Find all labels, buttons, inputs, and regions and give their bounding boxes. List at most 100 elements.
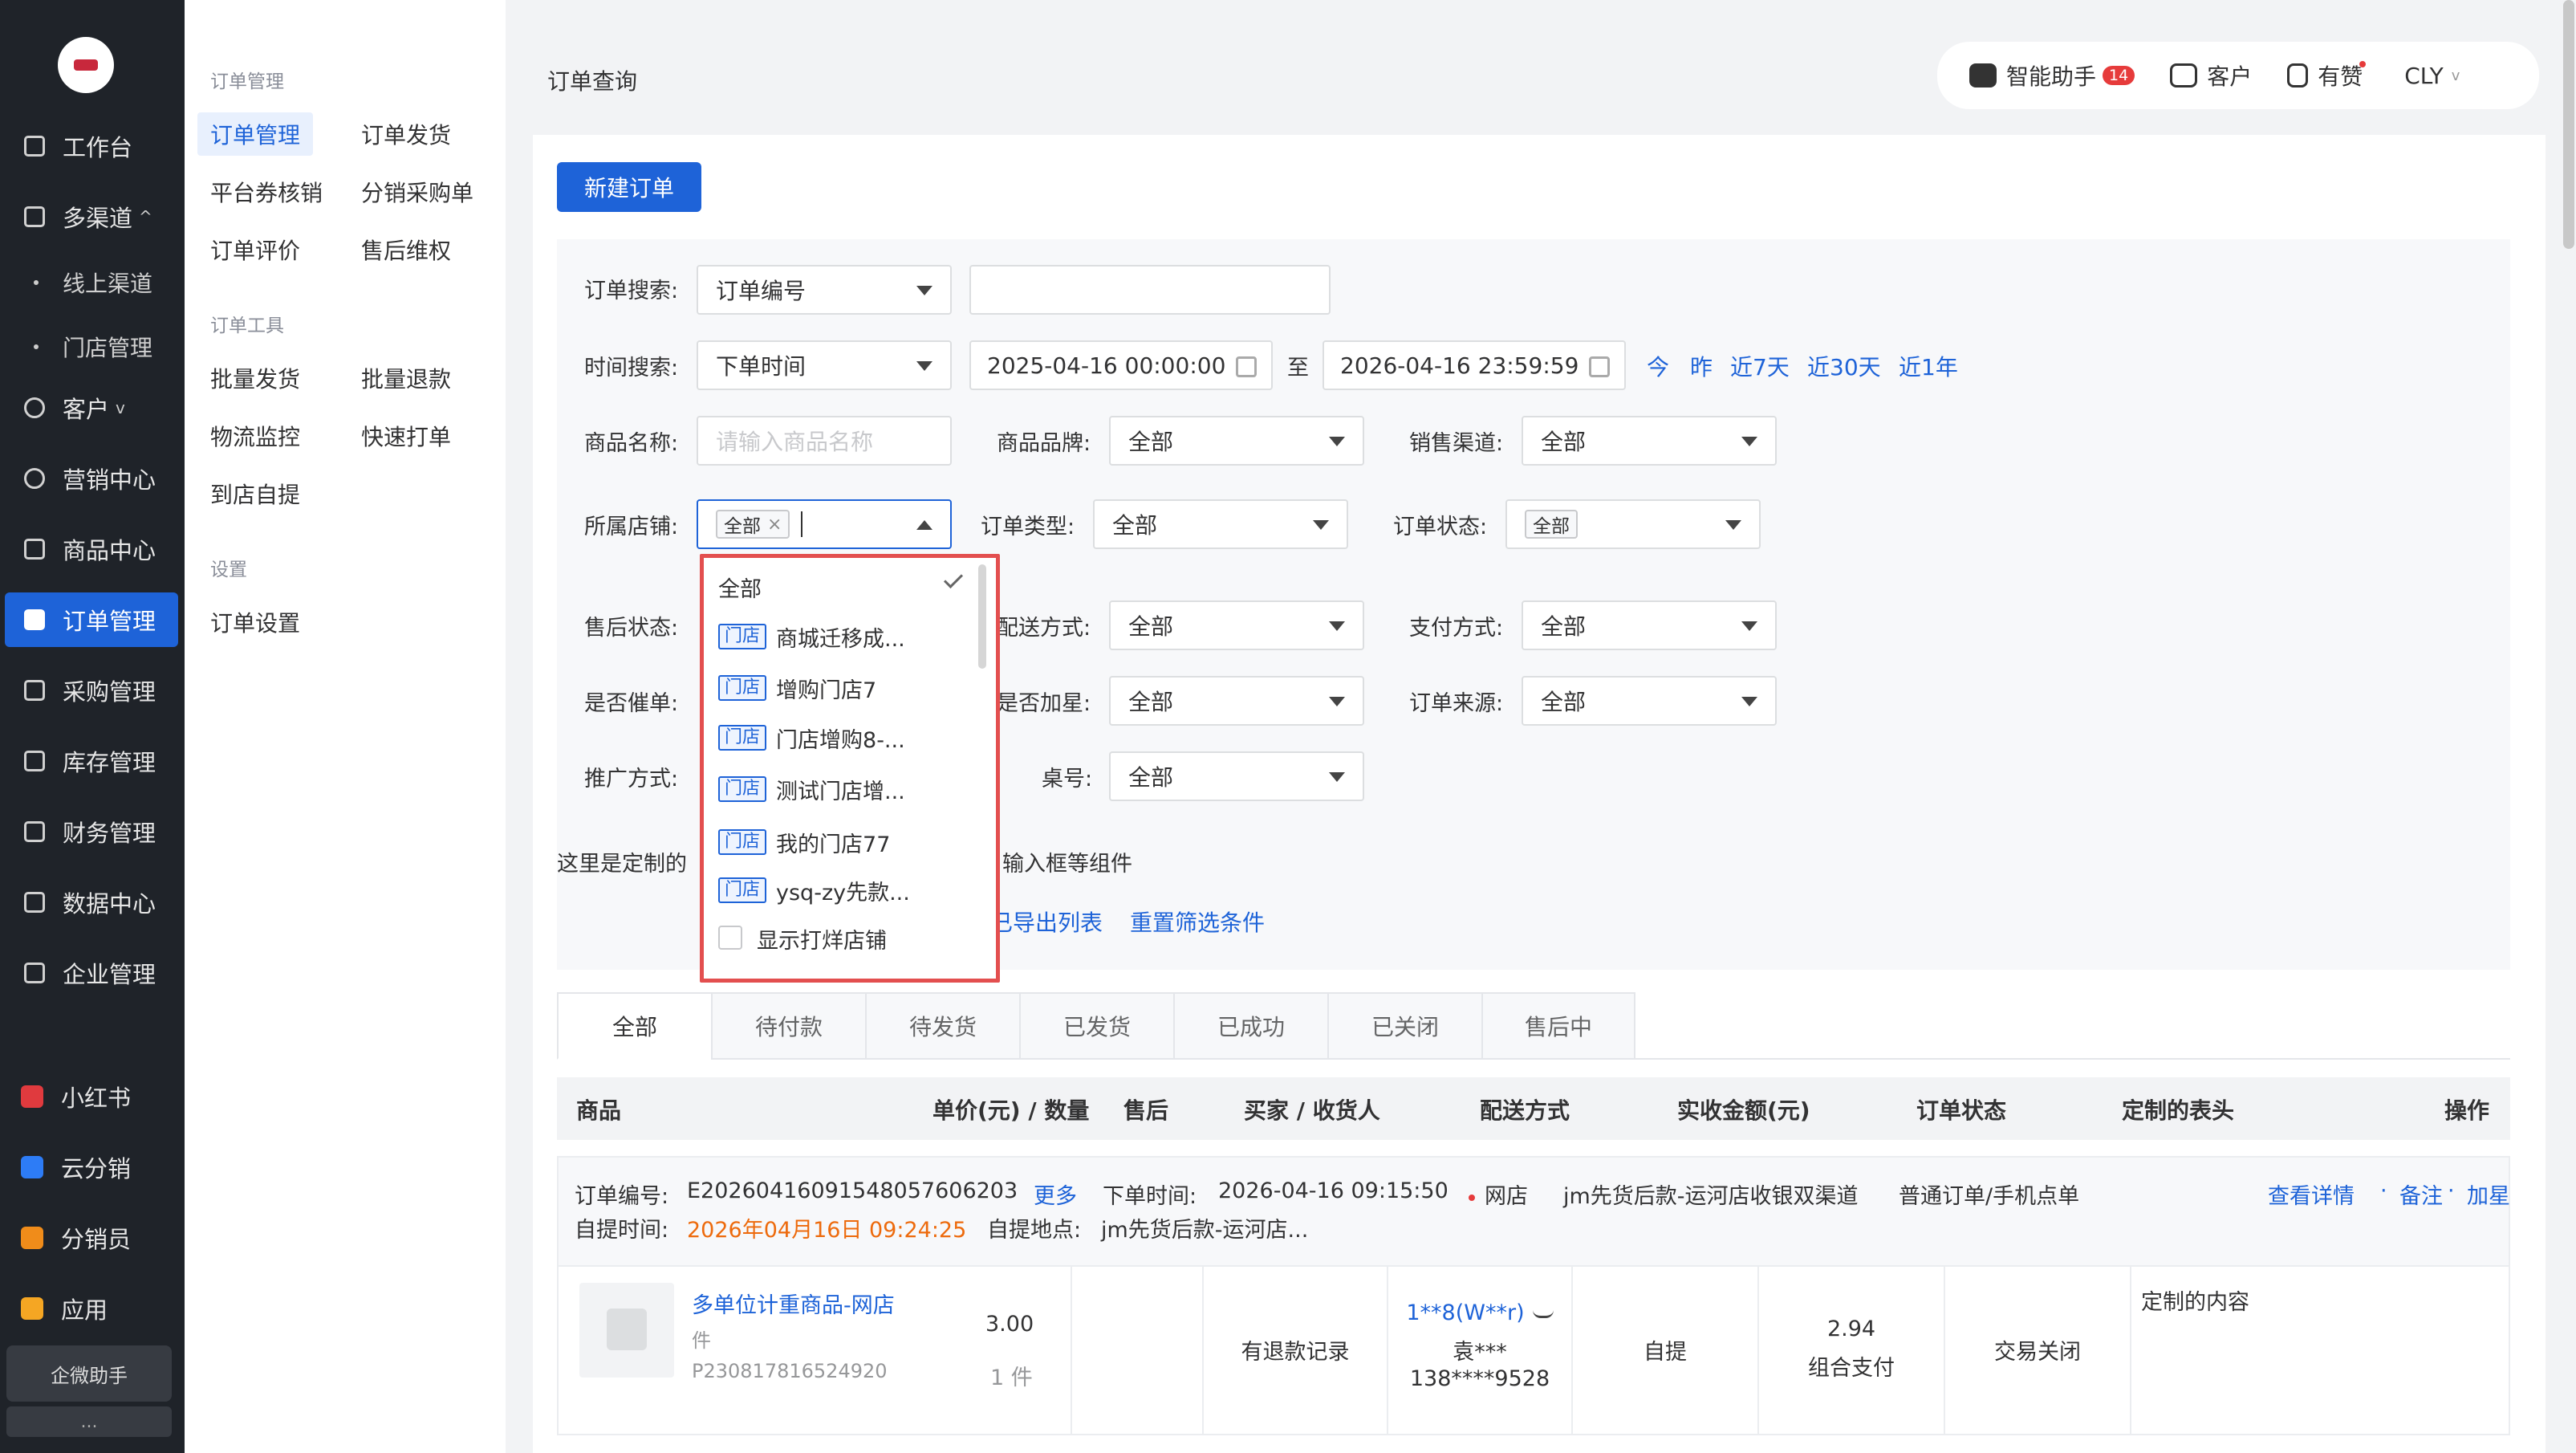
nav-marketing[interactable]: 营销中心: [5, 451, 178, 506]
quick-30days[interactable]: 近30天: [1807, 350, 1881, 382]
order-time: 2026-04-16 09:15:50: [1218, 1178, 1448, 1203]
tab-all[interactable]: 全部: [557, 992, 711, 1060]
tab-pending-shipment[interactable]: 待发货: [865, 992, 1019, 1060]
subnav-distribution-purchase[interactable]: 分销采购单: [348, 170, 486, 214]
view-details-link[interactable]: 查看详情: [2268, 1178, 2355, 1210]
product-image[interactable]: [579, 1283, 674, 1378]
caret-down-icon: [1329, 697, 1345, 706]
tab-pending-payment[interactable]: 待付款: [711, 992, 865, 1060]
buyer-link[interactable]: 1**8(W**r): [1388, 1300, 1571, 1325]
payment-label: 支付方式:: [1409, 616, 1504, 641]
channel-label: 销售渠道:: [1409, 431, 1504, 456]
subnav-batch-ship[interactable]: 批量发货: [197, 356, 313, 400]
caret-down-icon: [1741, 697, 1757, 706]
subnav-logistics[interactable]: 物流监控: [197, 414, 313, 458]
store-option[interactable]: 门店 门店增购8-...: [718, 715, 905, 760]
end-date-input[interactable]: 2026-04-16 23:59:59: [1323, 340, 1626, 390]
product-name-link[interactable]: 多单位计重商品-网店: [692, 1288, 895, 1319]
brand-select[interactable]: 全部: [1109, 416, 1364, 466]
payment-select[interactable]: 全部: [1522, 600, 1777, 650]
nav-enterprise[interactable]: 企业管理: [5, 946, 178, 1000]
quick-1year[interactable]: 近1年: [1899, 350, 1958, 382]
quick-today[interactable]: 今: [1647, 350, 1669, 382]
nav-finance[interactable]: 财务管理: [5, 804, 178, 859]
nav-inventory[interactable]: 库存管理: [5, 734, 178, 788]
quick-7days[interactable]: 近7天: [1730, 350, 1790, 382]
tab-succeeded[interactable]: 已成功: [1173, 992, 1327, 1060]
received-amount: 2.94: [1826, 1317, 1876, 1341]
close-icon[interactable]: ×: [767, 515, 782, 535]
subnav-order-settings[interactable]: 订单设置: [197, 600, 313, 644]
group-settings: 设置: [210, 560, 247, 580]
new-order-button[interactable]: 新建订单: [557, 162, 701, 212]
nav-workbench[interactable]: 工作台: [5, 119, 178, 173]
nav-multichannel[interactable]: 多渠道 ^: [5, 189, 178, 244]
nav-products[interactable]: 商品中心: [5, 522, 178, 576]
nav-distributor[interactable]: 分销员: [5, 1214, 178, 1262]
subnav-coupon-verify[interactable]: 平台券核销: [197, 170, 335, 214]
dropdown-scrollbar[interactable]: [978, 564, 986, 669]
tab-shipped[interactable]: 已发货: [1019, 992, 1173, 1060]
pickup-location-label: 自提地点:: [987, 1218, 1082, 1243]
show-closed-stores-checkbox[interactable]: [718, 926, 742, 950]
subnav-order-review[interactable]: 订单评价: [197, 228, 313, 271]
order-search-input[interactable]: [969, 265, 1331, 315]
wecom-assistant-button[interactable]: 企微助手: [6, 1345, 172, 1402]
order-search-type-select[interactable]: 订单编号: [697, 265, 952, 315]
nav-apps[interactable]: 应用: [5, 1284, 178, 1333]
more-button[interactable]: ...: [6, 1406, 172, 1437]
smart-assistant-button[interactable]: 智能助手 14: [1969, 59, 2135, 92]
delivery-select[interactable]: 全部: [1109, 600, 1364, 650]
nav-online-channel[interactable]: 线上渠道: [5, 258, 178, 307]
nav-xiaohongshu[interactable]: 小红书: [5, 1072, 178, 1121]
store-option[interactable]: 门店 我的门店77: [718, 820, 890, 865]
reset-filters-link[interactable]: 重置筛选条件: [1130, 906, 1265, 938]
note-link[interactable]: 备注: [2399, 1178, 2443, 1210]
star-select[interactable]: 全部: [1109, 676, 1364, 726]
subnav-pickup[interactable]: 到店自提: [197, 472, 313, 515]
nav-data-center[interactable]: 数据中心: [5, 875, 178, 930]
promo-label: 推广方式:: [584, 767, 679, 792]
channel-select[interactable]: 全部: [1522, 416, 1777, 466]
exported-list-link[interactable]: 已导出列表: [990, 906, 1103, 938]
custom-content: 定制的内容: [2141, 1290, 2249, 1315]
store-option-all[interactable]: 全部: [718, 564, 762, 609]
store-option[interactable]: 门店 商城迁移成...: [718, 614, 905, 659]
product-name-input[interactable]: 请输入商品名称: [697, 416, 952, 466]
nav-orders[interactable]: 订单管理: [5, 592, 178, 647]
show-closed-stores-label[interactable]: 显示打烊店铺: [757, 916, 887, 961]
pickup-time-label: 自提时间:: [575, 1218, 669, 1243]
nav-store-management[interactable]: 门店管理: [5, 323, 178, 371]
subnav-aftersale[interactable]: 售后维权: [348, 228, 464, 271]
page-scrollbar[interactable]: [2563, 0, 2574, 249]
table-no-select[interactable]: 全部: [1109, 751, 1364, 801]
subnav-order-shipping[interactable]: 订单发货: [348, 112, 464, 156]
star-link[interactable]: 加星: [2467, 1178, 2510, 1210]
store-option[interactable]: 门店 测试门店增...: [718, 767, 905, 812]
order-store: jm先货后款-运河店收银双渠道: [1563, 1184, 1859, 1209]
order-more-link[interactable]: 更多: [1034, 1178, 1077, 1210]
start-date-input[interactable]: 2025-04-16 00:00:00: [969, 340, 1273, 390]
eye-closed-icon[interactable]: [1532, 1310, 1554, 1318]
store-option[interactable]: 门店 ysq-zy先款...: [718, 868, 910, 913]
order-type-select[interactable]: 全部: [1093, 499, 1348, 549]
source-select[interactable]: 全部: [1522, 676, 1777, 726]
store-option[interactable]: 门店 增购门店7: [718, 665, 876, 710]
subnav-quick-print[interactable]: 快速打单: [348, 414, 464, 458]
nav-purchase[interactable]: 采购管理: [5, 663, 178, 718]
quick-yesterday[interactable]: 昨: [1690, 350, 1713, 382]
store-select[interactable]: 全部 ×: [697, 499, 952, 549]
subnav-batch-refund[interactable]: 批量退款: [348, 356, 464, 400]
nav-cloud-distribution[interactable]: 云分销: [5, 1143, 178, 1191]
time-type-select[interactable]: 下单时间: [697, 340, 952, 390]
main-sidebar: 工作台 多渠道 ^ 线上渠道 门店管理 客户 v 营销中心 商品中心 订单管理 采购…: [0, 0, 185, 1453]
tab-aftersale[interactable]: 售后中: [1481, 992, 1635, 1060]
customer-service-button[interactable]: 客户: [2170, 59, 2252, 92]
user-menu[interactable]: CLY v: [2404, 63, 2460, 89]
youzan-like-button[interactable]: 有赞: [2287, 59, 2369, 92]
order-status-select[interactable]: 全部: [1505, 499, 1761, 549]
subnav-order-management[interactable]: 订单管理: [197, 112, 314, 156]
nav-customer[interactable]: 客户 v: [5, 381, 178, 435]
shop-logo[interactable]: [58, 37, 114, 93]
tab-closed[interactable]: 已关闭: [1327, 992, 1481, 1060]
